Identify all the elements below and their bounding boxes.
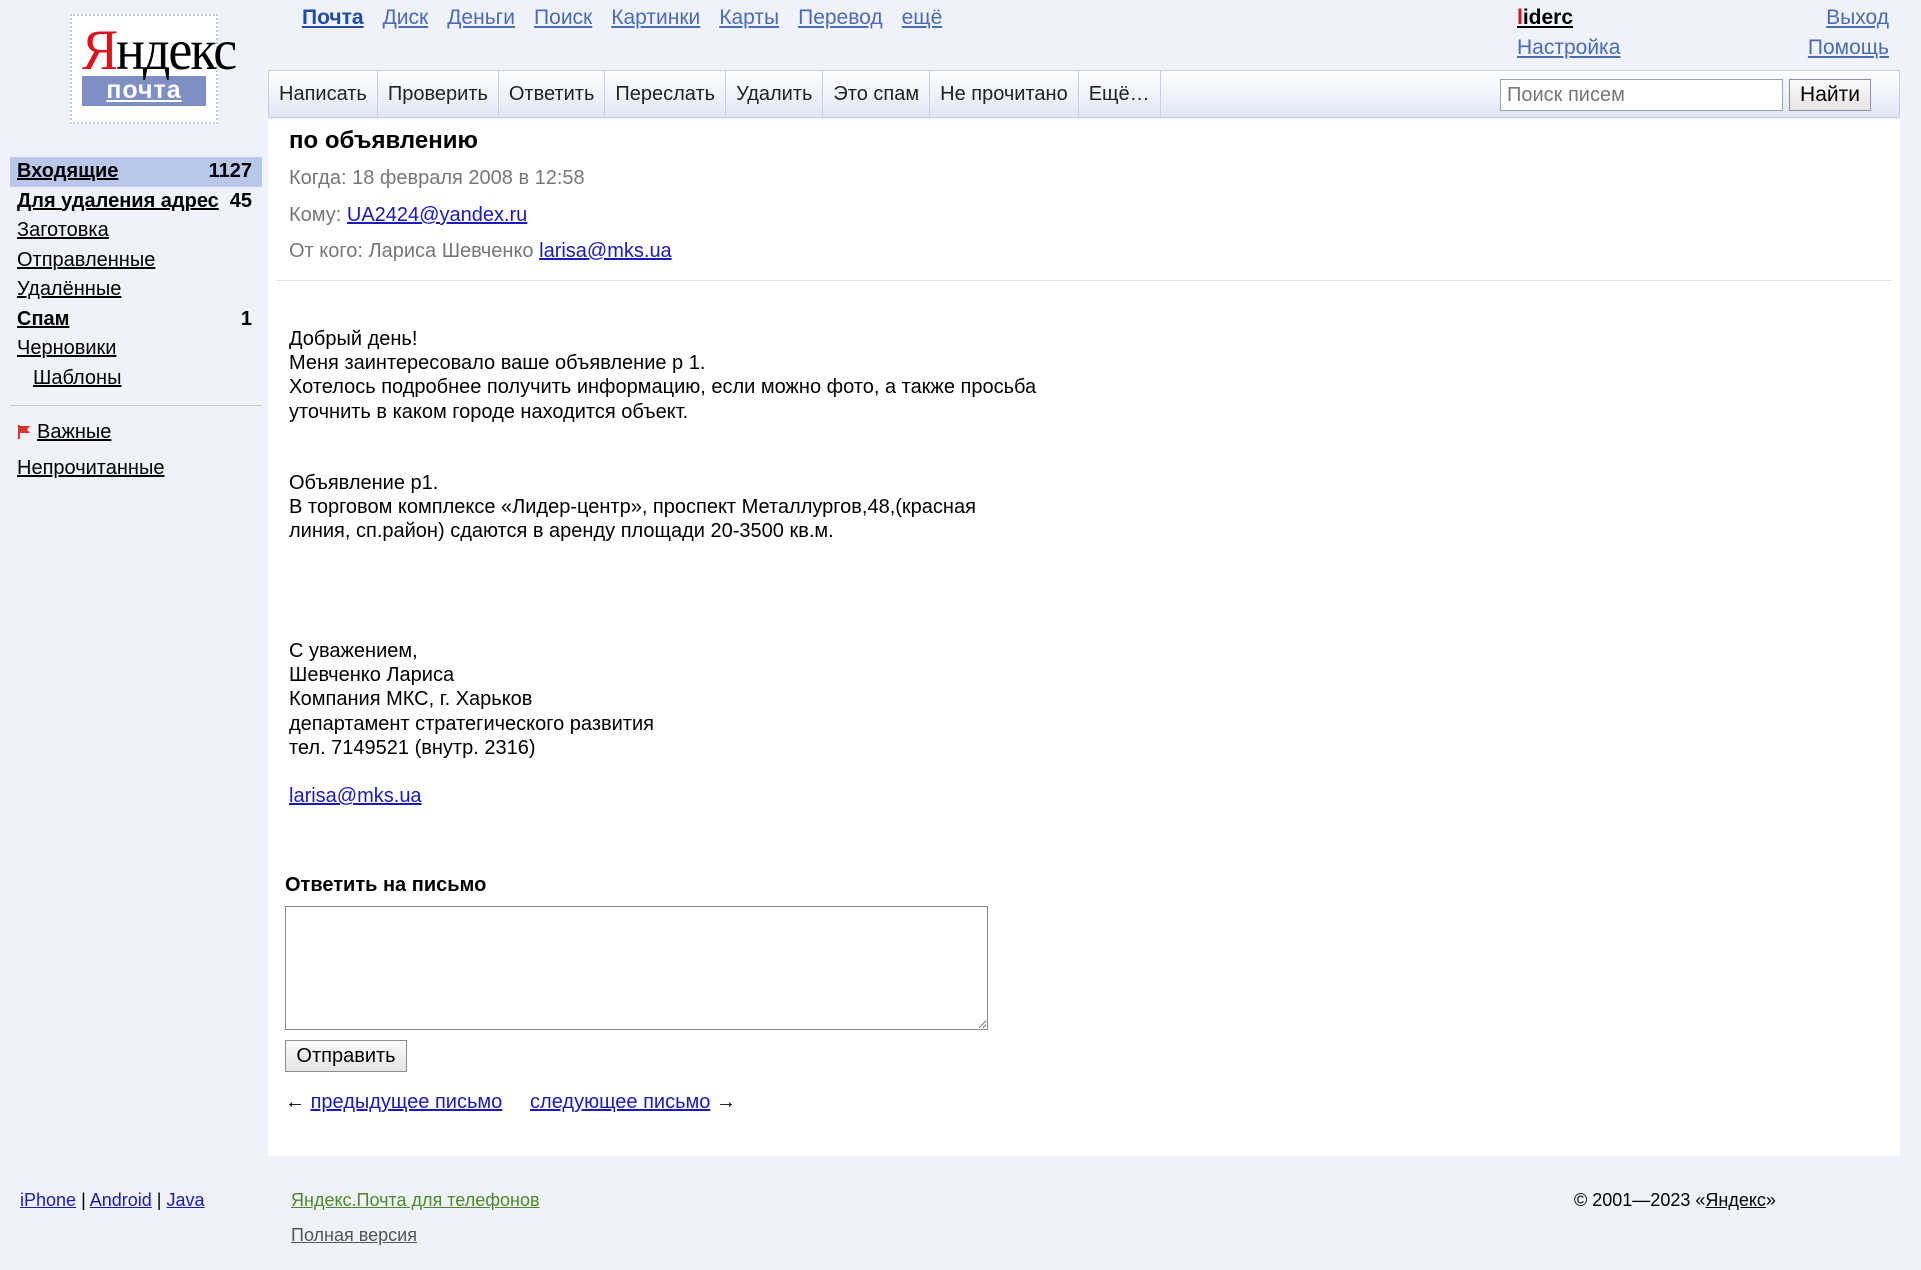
message-date: Когда: 18 февраля 2008 в 12:58 xyxy=(289,167,585,190)
logo-first-letter: Я xyxy=(82,18,118,82)
mobile-mail-link[interactable]: Яндекс.Почта для телефонов xyxy=(291,1190,540,1211)
date-label: Когда: xyxy=(289,167,347,189)
footer-apps: iPhone | Android | Java xyxy=(20,1190,205,1210)
left-arrow-icon: ← xyxy=(285,1091,305,1113)
search-input[interactable] xyxy=(1500,79,1783,111)
message-body-greeting: Добрый день! Меня заинтересовало ваше об… xyxy=(289,328,1037,423)
java-link[interactable]: Java xyxy=(166,1190,204,1210)
folder-label[interactable]: Черновики xyxy=(17,334,116,364)
mark-unread-button[interactable]: Не прочитано xyxy=(930,71,1079,117)
folder-count: 45 xyxy=(229,189,252,212)
full-version-link[interactable]: Полная версия xyxy=(291,1225,540,1246)
copyright-suffix: » xyxy=(1765,1190,1776,1210)
service-images[interactable]: Картинки xyxy=(611,6,700,30)
yandex-link[interactable]: Яндекс xyxy=(1705,1190,1766,1210)
flag-icon xyxy=(18,425,30,439)
spam-button[interactable]: Это спам xyxy=(823,71,931,117)
toolbar-buttons: Написать Проверить Ответить Переслать Уд… xyxy=(269,71,1161,117)
folder-drafts-prep[interactable]: Заготовка xyxy=(10,216,262,246)
service-search[interactable]: Поиск xyxy=(534,6,592,30)
folder-label[interactable]: Для удаления адрес xyxy=(17,187,219,217)
delete-button[interactable]: Удалить xyxy=(726,71,824,117)
logout-link[interactable]: Выход xyxy=(1808,6,1889,30)
header-divider xyxy=(276,280,1892,281)
footer-copyright: © 2001—2023 «Яндекс» xyxy=(1574,1190,1776,1211)
message-to: Кому: UA2424@yandex.ru xyxy=(289,204,527,227)
from-name: Лариса Шевченко xyxy=(368,240,534,262)
logo-yandex: Яндекс xyxy=(82,22,237,79)
service-more[interactable]: ещё xyxy=(902,6,943,30)
message-subject: по объявлению xyxy=(289,127,478,154)
send-button[interactable]: Отправить xyxy=(285,1040,407,1072)
service-translate[interactable]: Перевод xyxy=(798,6,883,30)
check-button[interactable]: Проверить xyxy=(378,71,499,117)
services-nav: Почта Диск Деньги Поиск Картинки Карты П… xyxy=(302,6,961,30)
logo-rest: ндекс xyxy=(116,18,237,82)
help-link[interactable]: Помощь xyxy=(1808,36,1889,60)
label-unread[interactable]: Непрочитанные xyxy=(10,454,262,484)
service-money[interactable]: Деньги xyxy=(447,6,515,30)
folder-label[interactable]: Шаблоны xyxy=(33,364,121,394)
message-from: От кого: Лариса Шевченко larisa@mks.ua xyxy=(289,240,672,263)
folder-count: 1 xyxy=(240,307,252,330)
prev-message-link[interactable]: предыдущее письмо xyxy=(311,1091,503,1113)
reply-title: Ответить на письмо xyxy=(285,874,487,896)
folder-spam[interactable]: Спам 1 xyxy=(10,305,262,335)
folder-drafts[interactable]: Черновики xyxy=(10,334,262,364)
forward-button[interactable]: Переслать xyxy=(605,71,727,117)
to-label: Кому: xyxy=(289,204,342,226)
from-label: От кого: xyxy=(289,240,363,262)
service-disk[interactable]: Диск xyxy=(383,6,429,30)
sidebar: Входящие 1127 Для удаления адрес 45 Заго… xyxy=(10,157,262,483)
login-rest: iderc xyxy=(1522,6,1574,29)
right-arrow-icon: → xyxy=(715,1091,736,1113)
message-nav: ← предыдущее письмо следующее письмо → xyxy=(285,1091,736,1114)
more-button[interactable]: Ещё… xyxy=(1079,71,1161,117)
folder-count: 1127 xyxy=(208,160,252,182)
android-link[interactable]: Android xyxy=(90,1190,152,1210)
search-button[interactable]: Найти xyxy=(1789,79,1871,111)
service-maps[interactable]: Карты xyxy=(719,6,779,30)
folder-label[interactable]: Удалённые xyxy=(17,275,121,305)
message-body-signature: С уважением, Шевченко Лариса Компания МК… xyxy=(289,640,654,759)
label-unread-link[interactable]: Непрочитанные xyxy=(17,454,164,484)
top-right-links: Выход Помощь xyxy=(1808,6,1889,66)
iphone-link[interactable]: iPhone xyxy=(20,1190,76,1210)
from-email-link[interactable]: larisa@mks.ua xyxy=(539,240,672,262)
folder-label[interactable]: Спам xyxy=(17,305,69,335)
compose-button[interactable]: Написать xyxy=(269,71,378,117)
signature-email-link[interactable]: larisa@mks.ua xyxy=(289,785,422,807)
folder-deleted[interactable]: Удалённые xyxy=(10,275,262,305)
logo[interactable]: Яндекс почта xyxy=(70,14,237,124)
to-email-link[interactable]: UA2424@yandex.ru xyxy=(347,204,527,226)
sidebar-divider xyxy=(10,405,262,406)
settings-link[interactable]: Настройка xyxy=(1517,36,1620,60)
service-mail[interactable]: Почта xyxy=(302,6,364,30)
user-login[interactable]: liderc xyxy=(1517,6,1573,29)
message-view: по объявлению Когда: 18 февраля 2008 в 1… xyxy=(268,119,1900,1156)
message-body-ad: Объявление р1. В торговом комплексе «Лид… xyxy=(289,472,976,543)
toolbar: Написать Проверить Ответить Переслать Уд… xyxy=(268,70,1900,118)
folder-label[interactable]: Входящие xyxy=(17,157,118,187)
folder-templates[interactable]: Шаблоны xyxy=(10,364,262,394)
user-block: liderc Настройка xyxy=(1517,6,1620,60)
reply-textarea[interactable] xyxy=(285,906,988,1030)
label-important-link[interactable]: Важные xyxy=(37,421,111,443)
next-message-link[interactable]: следующее письмо xyxy=(530,1091,710,1113)
folder-label[interactable]: Отправленные xyxy=(17,246,155,276)
label-important[interactable]: Важные xyxy=(10,418,262,448)
reply-button[interactable]: Ответить xyxy=(499,71,606,117)
date-value: 18 февраля 2008 в 12:58 xyxy=(352,167,585,189)
folder-label[interactable]: Заготовка xyxy=(17,216,109,246)
copyright-prefix: © 2001—2023 « xyxy=(1574,1190,1706,1210)
folder-for-deletion[interactable]: Для удаления адрес 45 xyxy=(10,187,262,217)
folder-sent[interactable]: Отправленные xyxy=(10,246,262,276)
folder-inbox[interactable]: Входящие 1127 xyxy=(10,157,262,187)
footer-versions: Яндекс.Почта для телефонов Полная версия xyxy=(291,1190,540,1246)
signature-email-line: larisa@mks.ua xyxy=(289,760,422,808)
